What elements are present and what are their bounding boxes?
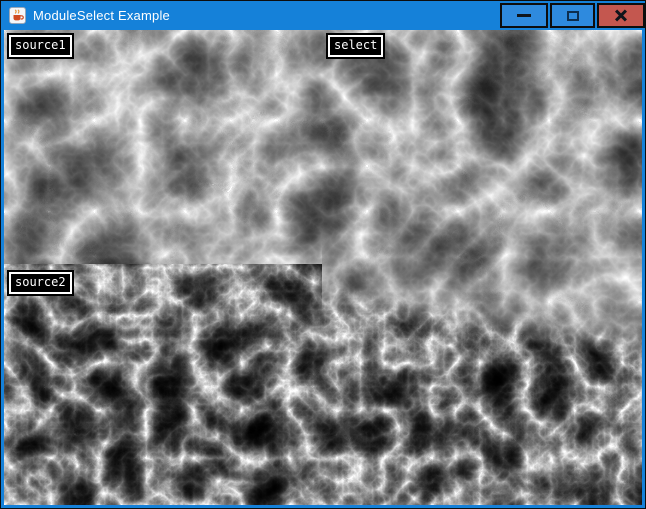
maximize-button[interactable]: [550, 3, 595, 28]
minimize-icon: [517, 14, 531, 17]
minimize-button[interactable]: [500, 3, 548, 28]
source1-label: source1: [9, 35, 72, 57]
source2-texture: [4, 264, 322, 505]
noise-render: [4, 30, 642, 505]
source1-texture: [4, 30, 322, 264]
close-button[interactable]: [597, 3, 645, 28]
title-bar[interactable]: ModuleSelect Example: [1, 1, 645, 30]
maximize-icon: [567, 11, 579, 21]
window-controls: [500, 3, 645, 28]
source2-label: source2: [9, 272, 72, 294]
window-title: ModuleSelect Example: [33, 1, 170, 30]
app-window: ModuleSelect Example: [0, 0, 646, 509]
java-app-icon[interactable]: [9, 7, 26, 24]
close-icon: [614, 9, 628, 23]
java-coffee-cup-icon: [9, 7, 26, 24]
render-canvas: source1 select source2: [4, 30, 642, 505]
select-label: select: [328, 35, 383, 57]
